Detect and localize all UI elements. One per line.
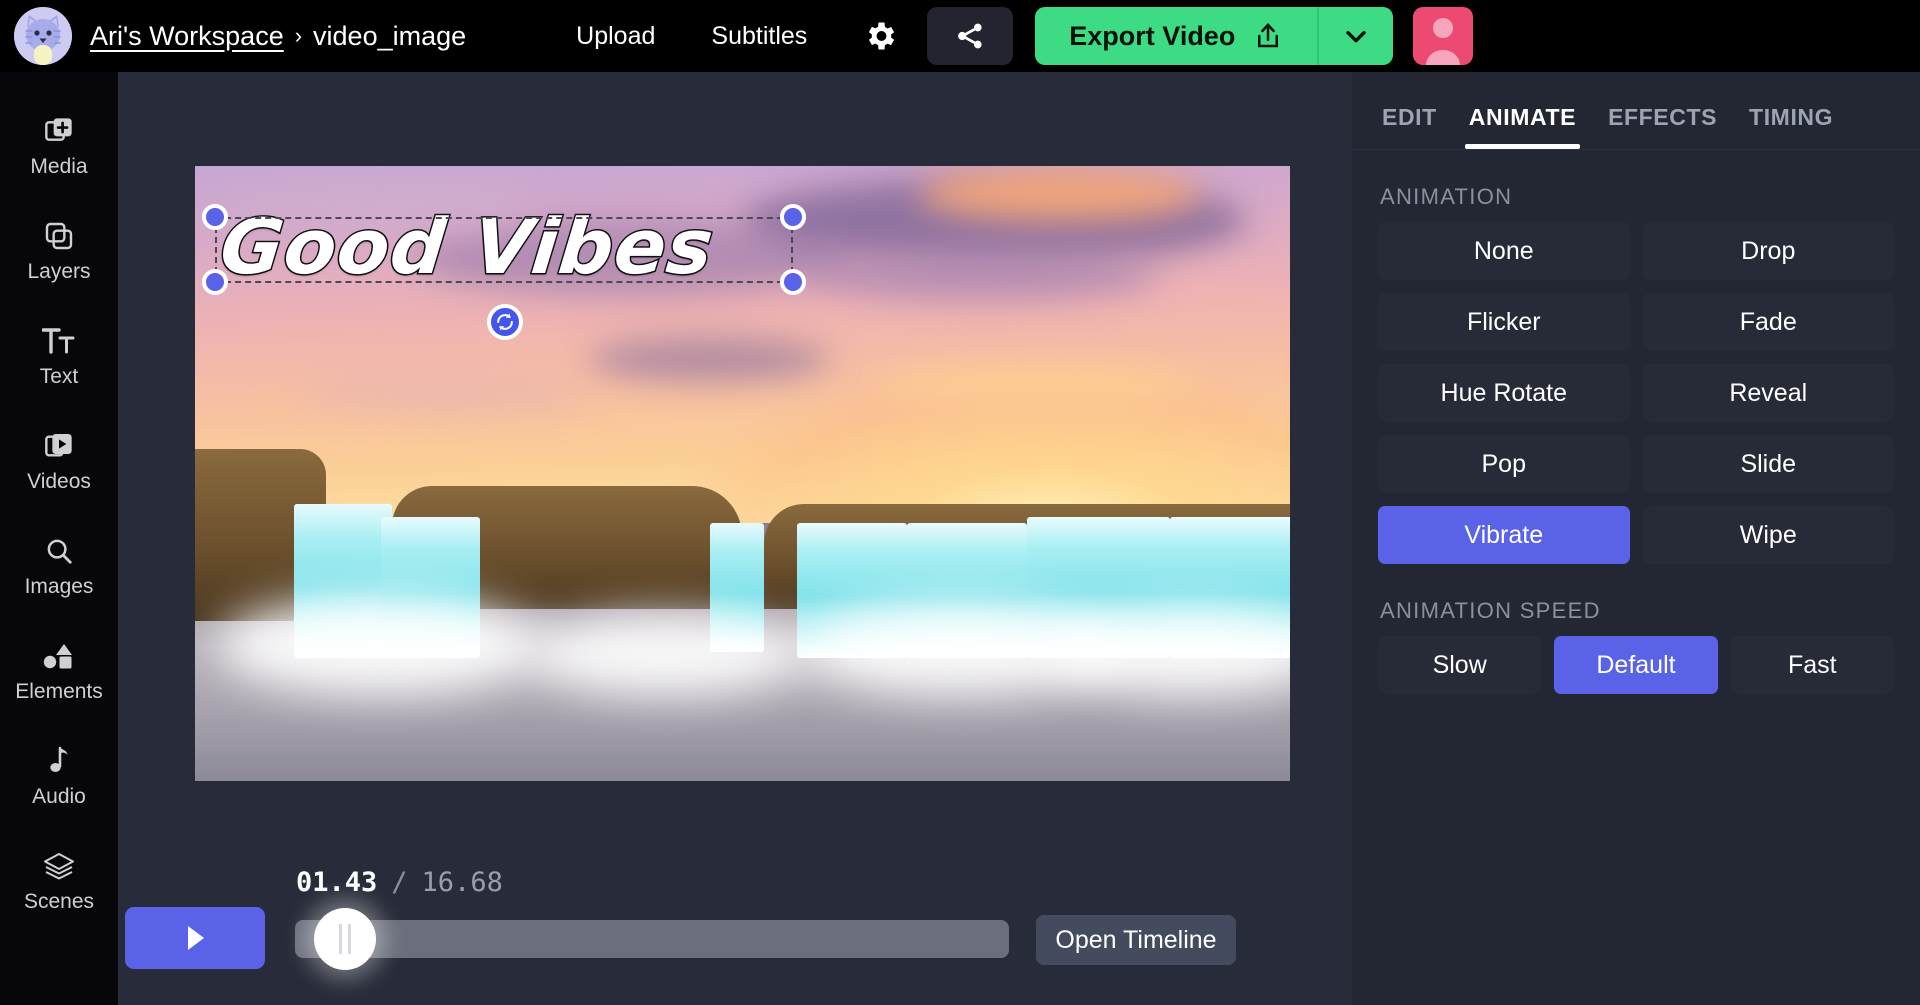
text-tt-icon xyxy=(42,324,76,358)
rotate-icon xyxy=(497,313,513,331)
resize-handle-top-right[interactable] xyxy=(780,204,806,230)
resize-handle-top-left[interactable] xyxy=(202,204,228,230)
sidebar-label-text: Text xyxy=(39,365,79,388)
sidebar-item-elements[interactable]: Elements xyxy=(0,619,118,724)
top-bar: Ari's Workspace › video_image Upload Sub… xyxy=(0,0,1920,72)
animation-option-flicker[interactable]: Flicker xyxy=(1378,293,1630,351)
cloud xyxy=(808,252,1159,302)
search-icon xyxy=(44,534,74,568)
time-display: 01.43 / 16.68 xyxy=(296,867,503,898)
animation-option-pop[interactable]: Pop xyxy=(1378,435,1630,493)
canvas-text-object[interactable]: Good Vibes xyxy=(215,201,720,293)
sidebar-label-scenes: Scenes xyxy=(23,890,95,913)
open-timeline-button[interactable]: Open Timeline xyxy=(1036,915,1236,965)
share-button[interactable] xyxy=(927,7,1014,65)
cat-avatar-icon xyxy=(14,7,72,65)
export-video-label: Export Video xyxy=(1069,20,1236,51)
sidebar-item-media[interactable]: Media xyxy=(0,94,118,199)
sidebar-label-layers: Layers xyxy=(27,260,91,283)
tab-animate[interactable]: ANIMATE xyxy=(1453,104,1592,149)
top-nav: Upload Subtitles xyxy=(548,12,835,61)
animation-option-fade[interactable]: Fade xyxy=(1642,293,1894,351)
sidebar-item-audio[interactable]: Audio xyxy=(0,724,118,829)
animation-option-none[interactable]: None xyxy=(1378,222,1630,280)
playback-bar: 01.43 / 16.68 Open Timeline xyxy=(118,852,1352,1005)
breadcrumb-separator-icon: › xyxy=(294,23,303,48)
play-button[interactable] xyxy=(125,907,265,969)
animation-speed-grid: Slow Default Fast xyxy=(1352,636,1920,694)
animation-option-reveal[interactable]: Reveal xyxy=(1642,364,1894,422)
sidebar-label-media: Media xyxy=(30,155,88,178)
app-root: Ari's Workspace › video_image Upload Sub… xyxy=(0,0,1920,1005)
export-video-button[interactable]: Export Video xyxy=(1035,7,1318,65)
mist xyxy=(523,614,809,695)
sidebar-item-scenes[interactable]: Scenes xyxy=(0,829,118,934)
tab-edit[interactable]: EDIT xyxy=(1366,104,1453,149)
speed-option-slow[interactable]: Slow xyxy=(1378,636,1542,694)
nav-upload-button[interactable]: Upload xyxy=(548,12,683,61)
tab-effects[interactable]: EFFECTS xyxy=(1592,104,1733,149)
workspace-avatar[interactable] xyxy=(14,7,72,65)
layers-copy-icon xyxy=(43,219,75,253)
media-add-icon xyxy=(43,114,75,148)
resize-handle-bottom-right[interactable] xyxy=(780,269,806,295)
resize-handle-bottom-left[interactable] xyxy=(202,269,228,295)
cloud xyxy=(304,375,590,412)
sidebar-label-audio: Audio xyxy=(32,785,86,808)
animation-section-title: ANIMATION xyxy=(1380,184,1513,209)
grip-line xyxy=(348,924,351,954)
music-note-icon xyxy=(46,744,72,778)
speed-option-default[interactable]: Default xyxy=(1554,636,1718,694)
breadcrumb: Ari's Workspace › video_image xyxy=(90,21,466,52)
panel-tabs: EDIT ANIMATE EFFECTS TIMING xyxy=(1352,72,1920,150)
nav-subtitles-button[interactable]: Subtitles xyxy=(683,12,835,61)
total-time: 16.68 xyxy=(421,867,503,898)
speed-option-fast[interactable]: Fast xyxy=(1730,636,1894,694)
current-time: 01.43 xyxy=(296,867,378,898)
sidebar-label-elements: Elements xyxy=(15,680,103,703)
user-avatar-icon xyxy=(1426,18,1461,65)
settings-button[interactable] xyxy=(857,13,903,59)
tab-timing[interactable]: TIMING xyxy=(1733,104,1849,149)
share-icon xyxy=(958,23,982,49)
video-canvas[interactable]: Good Vibes xyxy=(195,166,1290,781)
animation-option-vibrate[interactable]: Vibrate xyxy=(1378,506,1630,564)
sidebar-label-videos: Videos xyxy=(27,470,91,493)
progress-track[interactable] xyxy=(295,920,1009,958)
cloud xyxy=(589,338,831,382)
grip-line xyxy=(339,924,342,954)
breadcrumb-current-project: video_image xyxy=(313,20,467,51)
animation-options-grid: None Drop Flicker Fade Hue Rotate Reveal… xyxy=(1352,222,1920,564)
share-export-icon xyxy=(1258,23,1279,48)
main-workspace: Good Vibes 01.43 / 16.68 Open Timeline xyxy=(118,72,1352,1005)
user-avatar[interactable] xyxy=(1413,7,1474,65)
sidebar-label-images: Images xyxy=(24,575,94,598)
progress-scrubber-handle[interactable] xyxy=(314,908,376,970)
stack-icon xyxy=(42,849,76,883)
export-group: Export Video xyxy=(1035,7,1394,65)
sidebar-item-text[interactable]: Text xyxy=(0,304,118,409)
rotate-handle[interactable] xyxy=(487,304,523,340)
cloud xyxy=(873,362,1203,406)
shapes-icon xyxy=(42,639,76,673)
animation-speed-section-title: ANIMATION SPEED xyxy=(1380,598,1601,623)
time-separator: / xyxy=(391,867,408,898)
export-options-button[interactable] xyxy=(1317,7,1394,65)
sidebar-item-images[interactable]: Images xyxy=(0,514,118,619)
sidebar-item-layers[interactable]: Layers xyxy=(0,199,118,304)
play-icon xyxy=(188,926,204,950)
animation-option-slide[interactable]: Slide xyxy=(1642,435,1894,493)
gear-icon xyxy=(869,22,895,50)
sidebar-item-videos[interactable]: Videos xyxy=(0,409,118,514)
animation-option-drop[interactable]: Drop xyxy=(1642,222,1894,280)
chevron-down-icon xyxy=(1346,30,1367,43)
mist xyxy=(216,596,546,695)
right-properties-panel: EDIT ANIMATE EFFECTS TIMING ANIMATION No… xyxy=(1352,72,1920,1005)
breadcrumb-workspace-link[interactable]: Ari's Workspace xyxy=(90,21,284,52)
video-play-icon xyxy=(43,429,75,463)
animation-option-wipe[interactable]: Wipe xyxy=(1642,506,1894,564)
cloud xyxy=(917,166,1203,222)
animation-option-hue-rotate[interactable]: Hue Rotate xyxy=(1378,364,1630,422)
left-sidebar: Media Layers Text Videos Images Elements… xyxy=(0,72,118,1005)
